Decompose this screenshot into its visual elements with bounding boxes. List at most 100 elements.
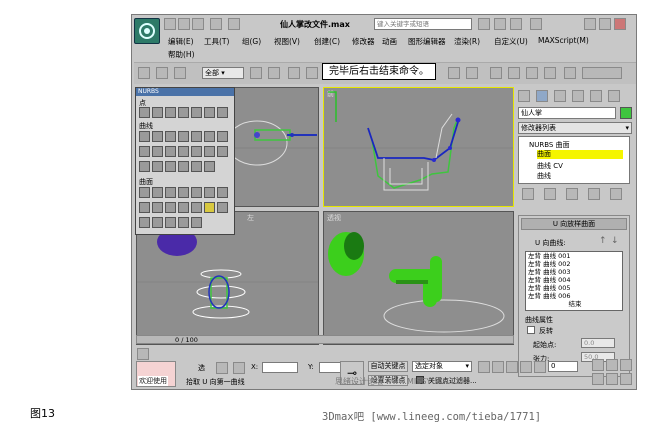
curve-tool-icon[interactable] bbox=[139, 146, 150, 157]
modifier-list-dropdown[interactable]: 修改器列表 ▾ bbox=[518, 122, 632, 134]
stack-item-nurbs-surface[interactable]: NURBS 曲面 bbox=[529, 140, 570, 150]
surface-tool-icon[interactable] bbox=[139, 187, 150, 198]
surface-tool-icon[interactable] bbox=[191, 187, 202, 198]
menu-modifiers[interactable]: 修改器 bbox=[352, 36, 375, 47]
zoom-icon[interactable] bbox=[592, 359, 604, 371]
select-object-icon[interactable] bbox=[250, 67, 262, 79]
move-up-icon[interactable]: ↑ bbox=[599, 236, 607, 246]
edit-named-selection-icon[interactable] bbox=[564, 67, 576, 79]
snaps-toggle-icon[interactable] bbox=[490, 67, 502, 79]
stack-item-curve-cv[interactable]: 曲线 CV bbox=[537, 161, 563, 171]
select-by-name-icon[interactable] bbox=[268, 67, 280, 79]
surface-tool-icon[interactable] bbox=[165, 187, 176, 198]
surface-tool-icon[interactable] bbox=[165, 202, 176, 213]
surface-tool-icon[interactable] bbox=[178, 202, 189, 213]
surface-tool-icon[interactable] bbox=[139, 202, 150, 213]
communication-center-icon[interactable] bbox=[494, 18, 506, 30]
motion-tab-icon[interactable] bbox=[572, 90, 584, 102]
new-file-icon[interactable] bbox=[164, 18, 176, 30]
zoom-extents-icon[interactable] bbox=[620, 359, 632, 371]
maximize-viewport-icon[interactable] bbox=[620, 373, 632, 385]
go-to-start-icon[interactable] bbox=[478, 361, 490, 373]
selection-filter-dropdown[interactable]: 全部 ▾ bbox=[202, 67, 244, 79]
pan-icon[interactable] bbox=[592, 373, 604, 385]
curve-tool-icon[interactable] bbox=[191, 131, 202, 142]
favorites-icon[interactable] bbox=[510, 18, 522, 30]
reverse-checkbox[interactable] bbox=[527, 326, 535, 334]
maximize-icon[interactable] bbox=[599, 18, 611, 30]
show-end-result-icon[interactable] bbox=[544, 188, 556, 200]
viewport-front[interactable]: 前 bbox=[323, 87, 514, 207]
move-down-icon[interactable]: ↓ bbox=[611, 236, 619, 246]
menu-rendering[interactable]: 渲染(R) bbox=[454, 36, 480, 47]
menu-customize[interactable]: 自定义(U) bbox=[494, 36, 528, 47]
surface-tool-icon[interactable] bbox=[204, 187, 215, 198]
remove-modifier-icon[interactable] bbox=[588, 188, 600, 200]
list-item[interactable]: 左背 曲线 002 bbox=[526, 260, 622, 268]
list-item[interactable]: 左背 曲线 005 bbox=[526, 284, 622, 292]
surface-tool-icon[interactable] bbox=[152, 187, 163, 198]
curve-tool-icon[interactable] bbox=[152, 161, 163, 172]
point-tool-icon[interactable] bbox=[152, 107, 163, 118]
display-tab-icon[interactable] bbox=[590, 90, 602, 102]
spinner-snap-icon[interactable] bbox=[544, 67, 556, 79]
create-tab-icon[interactable] bbox=[518, 90, 530, 102]
curve-tool-icon[interactable] bbox=[178, 131, 189, 142]
link-icon[interactable] bbox=[138, 67, 150, 79]
window-crossing-icon[interactable] bbox=[306, 67, 318, 79]
percent-snap-icon[interactable] bbox=[526, 67, 538, 79]
object-color-swatch[interactable] bbox=[620, 107, 632, 119]
current-frame-field[interactable]: 0 bbox=[548, 361, 578, 372]
curve-tool-icon[interactable] bbox=[152, 146, 163, 157]
search-icon[interactable] bbox=[478, 18, 490, 30]
surface-tool-icon[interactable] bbox=[152, 202, 163, 213]
menu-help[interactable]: 帮助(H) bbox=[168, 49, 195, 60]
curve-tool-icon[interactable] bbox=[139, 161, 150, 172]
play-icon[interactable] bbox=[506, 361, 518, 373]
lock-selection-icon[interactable] bbox=[216, 362, 228, 374]
curve-tool-icon[interactable] bbox=[204, 161, 215, 172]
start-point-spinner[interactable]: 0.0 bbox=[581, 338, 615, 348]
surface-tool-icon[interactable] bbox=[217, 202, 228, 213]
undo-icon[interactable] bbox=[210, 18, 222, 30]
angle-snap-icon[interactable] bbox=[508, 67, 520, 79]
surface-tool-icon[interactable] bbox=[178, 187, 189, 198]
list-item[interactable]: 左背 曲线 001 bbox=[526, 252, 622, 260]
curve-tool-icon[interactable] bbox=[165, 161, 176, 172]
menu-maxscript[interactable]: MAXScript(M) bbox=[538, 36, 589, 45]
curve-tool-icon[interactable] bbox=[204, 131, 215, 142]
make-unique-icon[interactable] bbox=[566, 188, 578, 200]
save-file-icon[interactable] bbox=[192, 18, 204, 30]
point-tool-icon[interactable] bbox=[217, 107, 228, 118]
point-tool-icon[interactable] bbox=[178, 107, 189, 118]
close-icon[interactable] bbox=[614, 18, 626, 30]
pin-stack-icon[interactable] bbox=[522, 188, 534, 200]
curve-tool-icon[interactable] bbox=[191, 161, 202, 172]
u-curves-list[interactable]: 左背 曲线 001 左背 曲线 002 左背 曲线 003 左背 曲线 004 … bbox=[525, 251, 623, 311]
menu-edit[interactable]: 编辑(E) bbox=[168, 36, 194, 47]
align-icon[interactable] bbox=[466, 67, 478, 79]
configure-sets-icon[interactable] bbox=[610, 188, 622, 200]
curve-tool-icon[interactable] bbox=[217, 146, 228, 157]
hierarchy-tab-icon[interactable] bbox=[554, 90, 566, 102]
next-frame-icon[interactable] bbox=[520, 361, 532, 373]
mini-listener-icon[interactable] bbox=[137, 348, 149, 360]
curve-tool-icon[interactable] bbox=[165, 131, 176, 142]
open-file-icon[interactable] bbox=[178, 18, 190, 30]
curve-tool-icon[interactable] bbox=[191, 146, 202, 157]
rollout-title[interactable]: U 向放样曲面 bbox=[521, 218, 627, 230]
app-logo[interactable] bbox=[134, 18, 160, 44]
mirror-icon[interactable] bbox=[448, 67, 460, 79]
surface-tool-icon[interactable] bbox=[139, 217, 150, 228]
stack-item-surface[interactable]: 曲面 bbox=[537, 150, 623, 159]
menu-views[interactable]: 视图(V) bbox=[274, 36, 300, 47]
time-slider[interactable]: 0 / 100 bbox=[136, 335, 514, 344]
object-name-field[interactable]: 仙人掌 bbox=[518, 107, 616, 119]
orbit-icon[interactable] bbox=[606, 373, 618, 385]
surface-tool-icon[interactable] bbox=[152, 217, 163, 228]
stack-item-curve[interactable]: 曲线 bbox=[537, 171, 551, 181]
minimize-icon[interactable] bbox=[584, 18, 596, 30]
menu-animation[interactable]: 动画 bbox=[382, 36, 397, 47]
curve-tool-icon[interactable] bbox=[139, 131, 150, 142]
go-to-end-icon[interactable] bbox=[534, 361, 546, 373]
